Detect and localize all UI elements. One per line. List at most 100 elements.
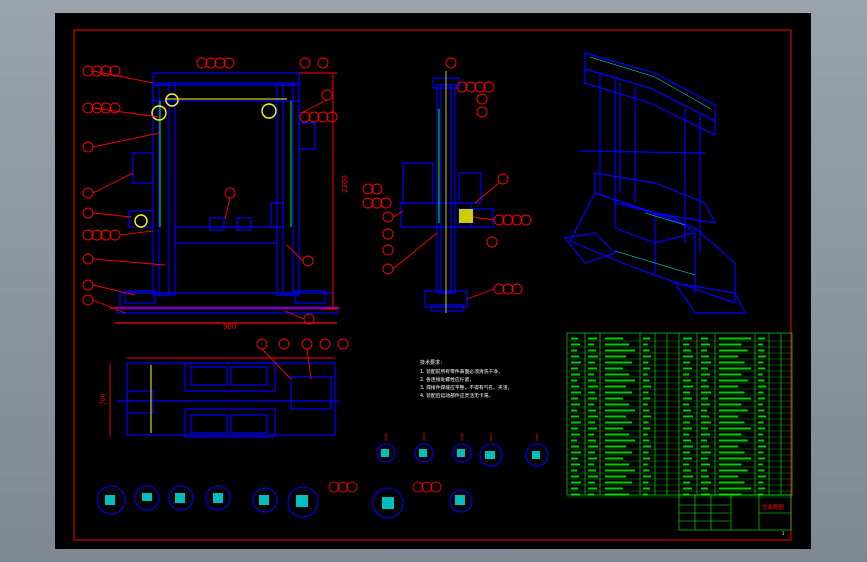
parts-cell-text: [588, 433, 594, 436]
notes-line-3: 3. 焊接件焊缝应平整，不得有气孔、夹渣，: [420, 384, 512, 391]
parts-cell-text: [683, 355, 693, 358]
parts-cell-text: [701, 421, 711, 424]
parts-cell-text: [701, 469, 707, 472]
notes-line-2: 2. 各连接处螺栓应拧紧，: [420, 376, 474, 383]
parts-cell-text: [571, 415, 579, 418]
parts-cell-text: [643, 367, 651, 370]
parts-cell-text: [605, 343, 629, 346]
section-details: [96, 443, 549, 519]
parts-cell-text: [643, 469, 650, 472]
parts-cell-text: [719, 337, 751, 340]
parts-cell-text: [701, 409, 707, 412]
parts-cell-text: [605, 469, 635, 472]
parts-cell-text: [758, 481, 764, 484]
parts-cell-text: [588, 397, 597, 400]
parts-cell-text: [643, 403, 648, 406]
parts-cell-text: [571, 421, 581, 424]
height-label: 2300: [341, 175, 349, 193]
parts-cell-text: [605, 379, 635, 382]
side-view: [400, 77, 494, 312]
parts-cell-text: [683, 451, 690, 454]
parts-cell-text: [605, 385, 626, 388]
parts-cell-text: [605, 409, 635, 412]
parts-cell-text: [643, 463, 648, 466]
parts-cell-text: [643, 427, 651, 430]
parts-cell-text: [643, 337, 651, 340]
parts-cell-text: [758, 385, 766, 388]
parts-cell-text: [683, 475, 693, 478]
parts-cell-text: [571, 397, 578, 400]
plan-dimension: [109, 357, 335, 437]
parts-cell-text: [588, 487, 597, 490]
parts-cell-text: [683, 439, 691, 442]
parts-cell-text: [588, 415, 598, 418]
parts-cell-text: [643, 415, 651, 418]
parts-cell-text: [571, 379, 577, 382]
parts-cell-text: [643, 457, 651, 460]
parts-cell-text: [758, 463, 763, 466]
parts-cell-text: [719, 349, 748, 352]
parts-cell-text: [605, 427, 623, 430]
parts-cell-text: [758, 391, 764, 394]
parts-cell-text: [571, 409, 577, 412]
parts-cell-text: [719, 463, 742, 466]
parts-cell-text: [571, 349, 577, 352]
parts-cell-text: [571, 463, 580, 466]
drawing-title: 总装配图: [762, 503, 785, 511]
parts-cell-text: [758, 403, 763, 406]
parts-cell-text: [588, 445, 598, 448]
parts-cell-text: [643, 349, 650, 352]
parts-cell-text: [683, 373, 689, 376]
section-hatches: [105, 449, 540, 509]
parts-cell-text: [701, 439, 707, 442]
parts-cell-text: [701, 379, 707, 382]
notes-line-1: 1. 装配前所有零件表面必须清洗干净，: [420, 368, 503, 375]
parts-cell-text: [701, 481, 711, 484]
plan-view-balloons: [256, 338, 349, 380]
parts-cell-text: [588, 385, 598, 388]
parts-cell-text: [719, 439, 748, 442]
parts-cell-text: [719, 415, 739, 418]
parts-cell-text: [683, 415, 693, 418]
parts-cell-text: [758, 439, 765, 442]
parts-cell-text: [701, 385, 709, 388]
parts-cell-text: [719, 361, 745, 364]
plan-dim-label: 700: [100, 393, 107, 405]
parts-cell-text: [605, 415, 626, 418]
parts-cell-text: [758, 373, 763, 376]
parts-cell-text: [683, 487, 692, 490]
parts-cell-text: [701, 451, 711, 454]
parts-cell-text: [588, 469, 596, 472]
parts-cell-text: [605, 391, 632, 394]
parts-cell-text: [605, 463, 629, 466]
parts-cell-text: [571, 355, 579, 358]
parts-cell-text: [605, 457, 623, 460]
parts-cell-text: [571, 385, 579, 388]
parts-cell-text: [701, 463, 710, 466]
parts-cell-text: [758, 409, 765, 412]
parts-list-rows: [567, 337, 792, 498]
parts-cell-text: [588, 343, 594, 346]
parts-cell-text: [683, 397, 692, 400]
notes-title: 技术要求：: [420, 359, 445, 366]
parts-cell-text: [643, 361, 649, 364]
parts-cell-text: [719, 343, 742, 346]
parts-cell-text: [643, 355, 651, 358]
parts-cell-text: [701, 403, 710, 406]
parts-cell-text: [683, 385, 693, 388]
title-block: [678, 494, 792, 531]
parts-cell-text: [588, 373, 594, 376]
parts-cell-text: [683, 337, 692, 340]
technical-notes: 技术要求： 1. 装配前所有零件表面必须清洗干净， 2. 各连接处螺栓应拧紧， …: [420, 359, 512, 399]
parts-cell-text: [571, 337, 578, 340]
parts-cell-text: [605, 403, 629, 406]
parts-cell-text: [758, 475, 766, 478]
isometric-view: [563, 52, 746, 314]
parts-cell-text: [719, 385, 739, 388]
parts-cell-text: [588, 481, 595, 484]
parts-cell-text: [758, 367, 766, 370]
parts-cell-text: [683, 391, 690, 394]
parts-cell-text: [643, 481, 649, 484]
parts-cell-text: [683, 427, 692, 430]
parts-cell-text: [571, 445, 579, 448]
